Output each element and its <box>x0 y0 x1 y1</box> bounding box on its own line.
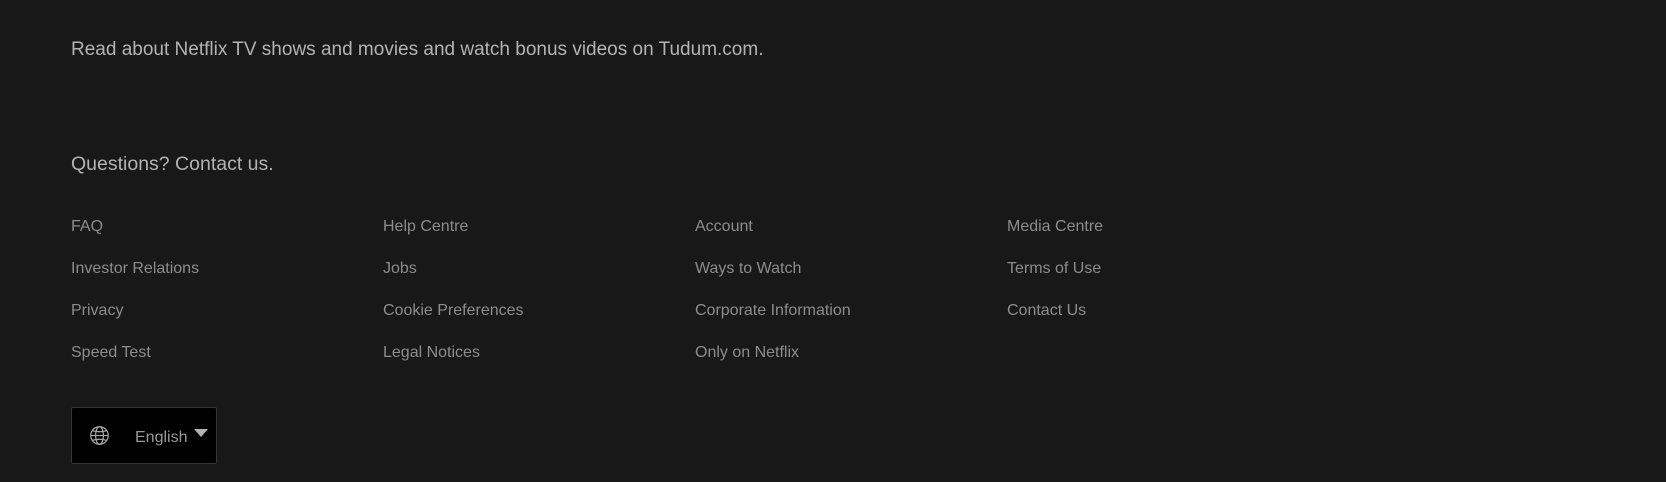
language-selected-label: English <box>135 429 188 446</box>
contact-us-link[interactable]: Questions? Contact us. <box>71 150 274 178</box>
site-footer: Read about Netflix TV shows and movies a… <box>0 0 1666 482</box>
link-terms-of-use[interactable]: Terms of Use <box>1007 258 1101 300</box>
language-selector[interactable]: English <box>71 407 217 464</box>
caret-down-icon <box>194 429 208 437</box>
link-corporate-information[interactable]: Corporate Information <box>695 300 851 342</box>
globe-icon <box>90 426 109 445</box>
link-contact-us[interactable]: Contact Us <box>1007 300 1086 342</box>
link-media-centre[interactable]: Media Centre <box>1007 216 1103 258</box>
link-faq[interactable]: FAQ <box>71 216 103 258</box>
link-privacy[interactable]: Privacy <box>71 300 123 342</box>
link-legal-notices[interactable]: Legal Notices <box>383 342 480 384</box>
link-help-centre[interactable]: Help Centre <box>383 216 468 258</box>
tudum-promo-text: Read about Netflix TV shows and movies a… <box>71 39 764 60</box>
link-speed-test[interactable]: Speed Test <box>71 342 151 384</box>
link-account[interactable]: Account <box>695 216 753 258</box>
link-ways-to-watch[interactable]: Ways to Watch <box>695 258 801 300</box>
link-investor-relations[interactable]: Investor Relations <box>71 258 199 300</box>
link-only-on-netflix[interactable]: Only on Netflix <box>695 342 799 384</box>
link-jobs[interactable]: Jobs <box>383 258 417 300</box>
link-cookie-preferences[interactable]: Cookie Preferences <box>383 300 524 342</box>
footer-links: FAQ Help Centre Account Media Centre Inv… <box>71 216 1321 384</box>
